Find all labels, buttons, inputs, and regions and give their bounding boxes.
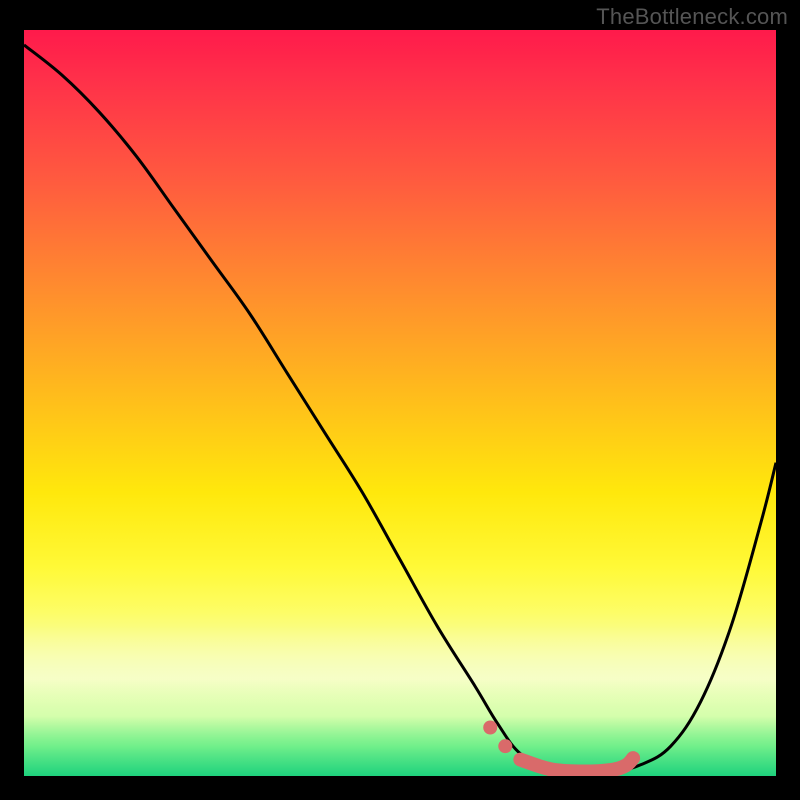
chart-frame: TheBottleneck.com [0,0,800,800]
bottleneck-curve-path [24,45,776,773]
curve-layer [24,30,776,776]
plot-area [24,30,776,776]
optimal-highlight-path [520,758,633,771]
highlight-dot-1 [483,721,497,735]
highlight-dot-2 [498,739,512,753]
watermark-text: TheBottleneck.com [596,4,788,30]
